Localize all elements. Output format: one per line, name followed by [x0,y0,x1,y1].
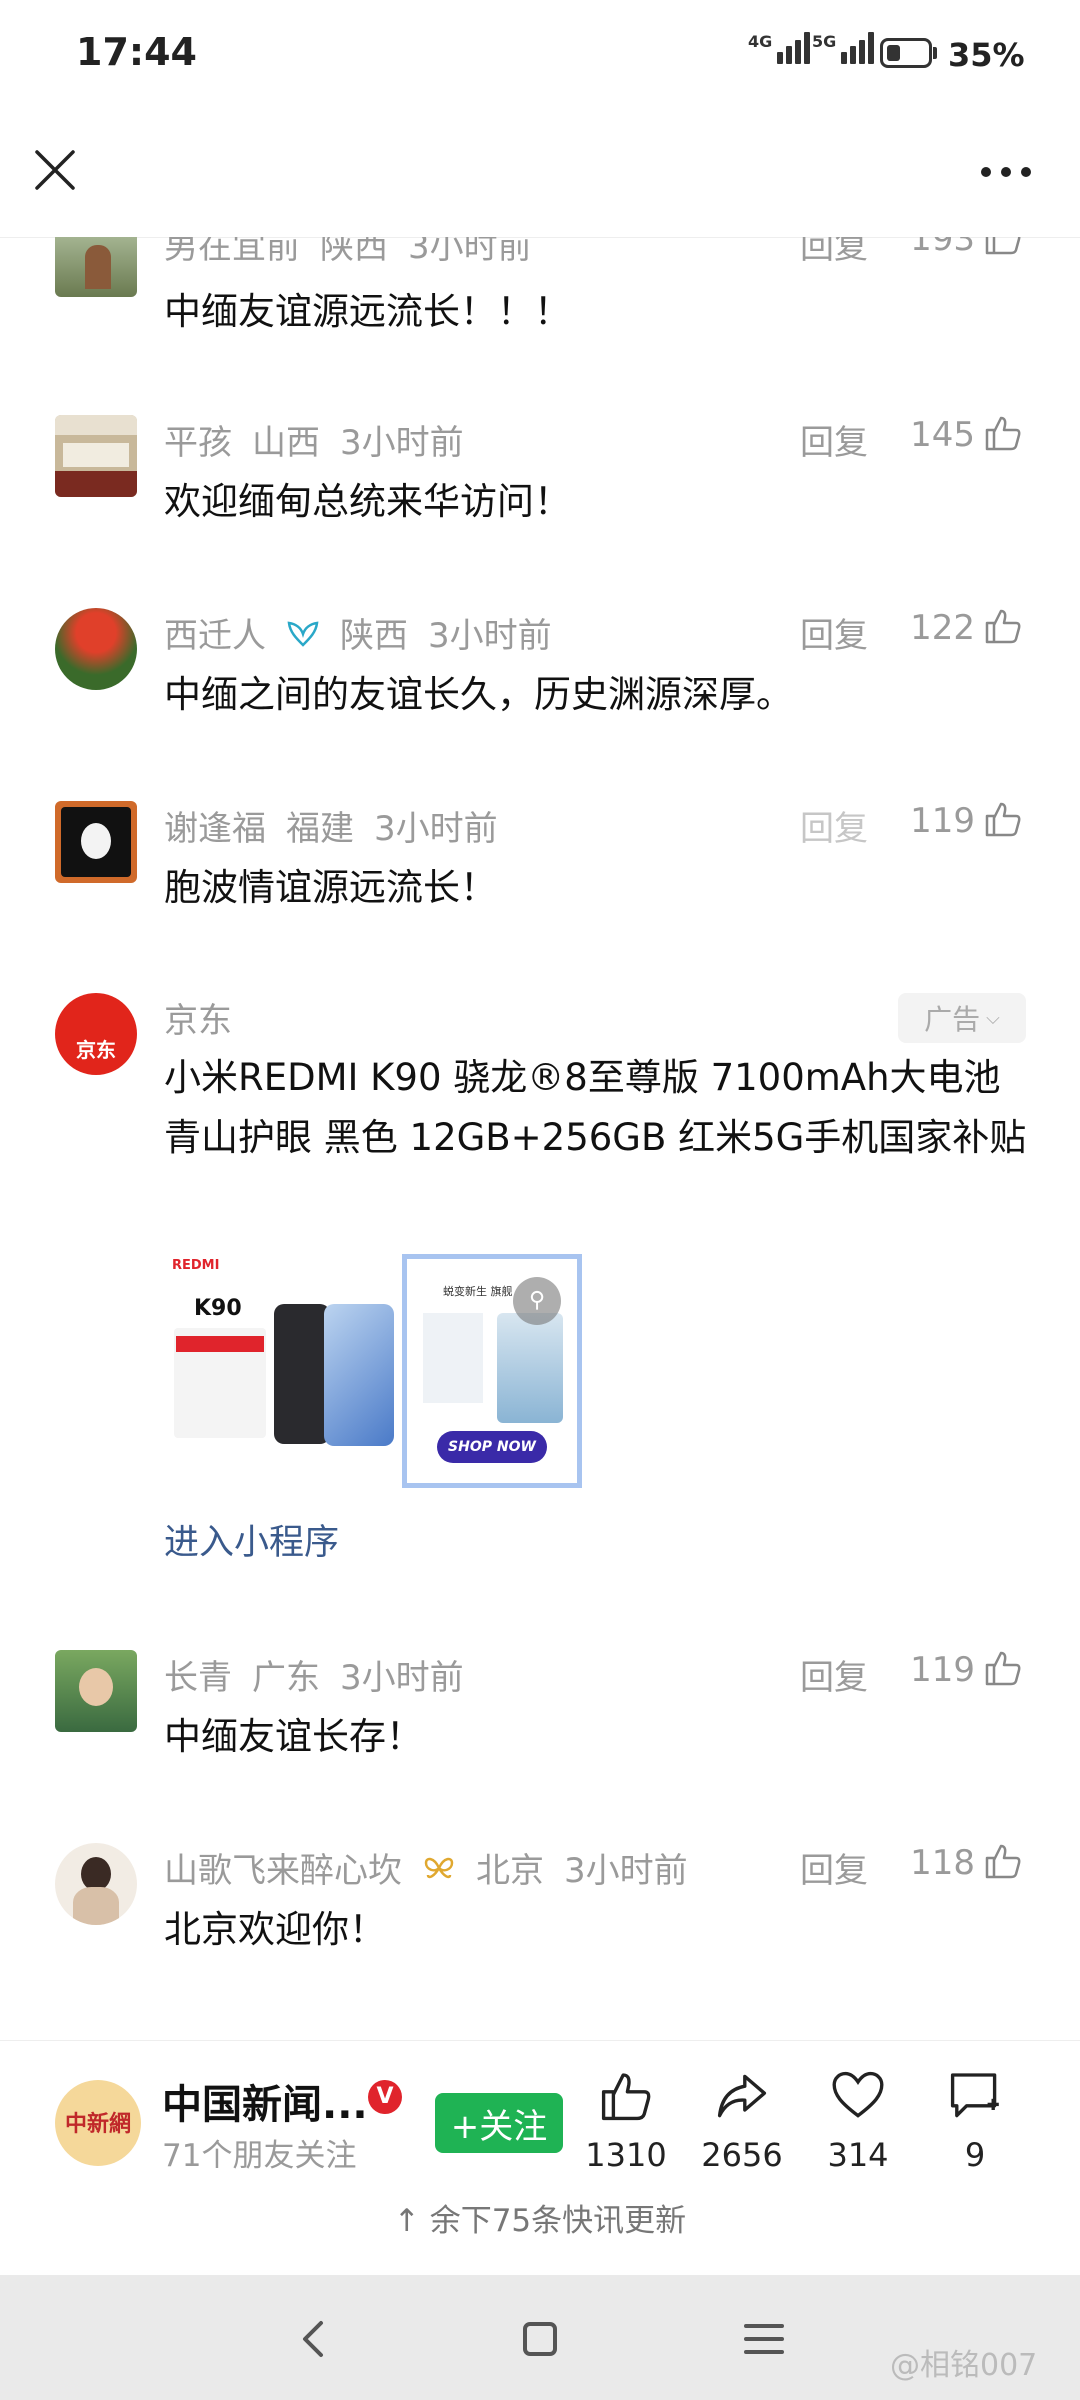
chevron-down-icon: ⌵ [986,1007,1000,1029]
reply-button[interactable]: 回复 [800,608,868,657]
comment-location: 广东 [252,1658,320,1698]
avatar[interactable] [55,1650,137,1732]
home-icon[interactable] [520,2319,560,2359]
menu-icon[interactable] [744,2321,784,2357]
ad-badge[interactable]: 广告 ⌵ [898,993,1026,1043]
close-icon[interactable] [30,145,80,195]
advertiser-name[interactable]: 京东 [164,993,232,1042]
ad-text[interactable]: 小米REDMI K90 骁龙®8至尊版 7100mAh大电池青山护眼 黑色 12… [164,1048,1034,1168]
link-icon: ⚲ [513,1277,561,1325]
comment-icon [950,2073,999,2118]
reply-button[interactable]: 回复 [800,1843,868,1892]
like-count: 122 [910,608,975,648]
comment-action[interactable]: 9 [920,2068,1030,2174]
comment-text: 胞波情谊源远流长！ [164,866,497,909]
share-count: 2656 [701,2136,783,2174]
signal-5g-icon: 5G [812,32,875,64]
top-nav [0,115,1080,238]
favorite-count: 314 [827,2136,889,2174]
mini-program-link[interactable]: 进入小程序 [164,1514,339,1565]
like-action[interactable]: 1310 [571,2068,681,2174]
like-count: 119 [910,801,975,841]
thumbs-up-icon[interactable] [983,413,1023,453]
comment-username[interactable]: 长青 [164,1650,232,1699]
comment-time: 3小时前 [340,1658,464,1698]
thumbs-up-icon [601,2073,651,2121]
comment-username[interactable]: 山歌飞来醉心坎 [164,1843,402,1892]
avatar[interactable] [55,415,137,497]
status-bar: 17:44 4G 5G 35% [0,0,1080,115]
share-action[interactable]: 2656 [687,2068,797,2174]
avatar[interactable] [55,608,137,690]
back-icon[interactable] [295,2317,331,2361]
comment-username[interactable]: 男在宜前 [164,237,300,268]
battery-percent: 35% [948,36,1025,74]
comment-text: 中缅之间的友谊长久，历史渊源深厚。 [164,673,793,716]
comment-time: 3小时前 [374,809,498,849]
status-time: 17:44 [76,30,197,74]
comment-location: 福建 [286,809,354,849]
like-count: 145 [910,415,975,455]
like-count: 1310 [585,2136,667,2174]
heart-icon [832,2071,884,2118]
thumbs-up-icon[interactable] [983,1648,1023,1688]
publisher-name[interactable]: 中国新闻... [162,2072,368,2130]
watermark: @相铭007 [890,2348,1038,2383]
comment-username[interactable]: 谢逢福 [164,801,266,850]
comment-text: 中缅友谊源远流长！！！ [164,290,571,333]
more-icon[interactable] [976,160,1036,184]
signal-4g-icon: 4G [748,32,811,64]
reply-button[interactable]: 回复 [800,415,868,464]
comment-text: 中缅友谊长存！ [164,1715,423,1758]
reply-button[interactable]: 回复 [800,237,868,268]
like-count: 119 [910,1650,975,1690]
like-count: 193 [910,237,975,259]
thumbs-up-icon[interactable] [983,799,1023,839]
avatar[interactable] [55,237,137,297]
avatar[interactable] [55,1843,137,1925]
follow-button[interactable]: +关注 [435,2093,563,2153]
comment-time: 3小时前 [428,616,552,656]
comment-text: 北京欢迎你！ [164,1908,386,1951]
ad-product-image[interactable]: REDMI K90 [164,1252,396,1452]
comment-username[interactable]: 平孩 [164,415,232,464]
comment-time: 3小时前 [408,237,532,267]
comment-text: 欢迎缅甸总统来华访问！ [164,480,571,523]
publisher-avatar[interactable]: 中新網 [55,2080,141,2166]
reply-button[interactable]: 回复 [800,1650,868,1699]
verified-badge-icon: V [368,2080,402,2114]
comment-username[interactable]: 西迁人 [164,608,266,657]
favorite-action[interactable]: 314 [803,2068,913,2174]
comment-location: 陕西 [340,616,408,656]
member-badge-icon [424,1857,454,1878]
reply-button[interactable]: 回复 [800,801,868,850]
member-badge-icon [287,621,319,647]
thumbs-up-icon[interactable] [983,606,1023,646]
update-notice[interactable]: ↑ 余下75条快讯更新 [0,2195,1080,2255]
comment-location: 陕西 [320,237,388,267]
comment-time: 3小时前 [564,1851,688,1891]
like-count: 118 [910,1843,975,1883]
advertiser-avatar[interactable]: 京东 [55,993,137,1075]
ad-shop-image[interactable]: 蜕变新生 旗舰 ⚲ SHOP NOW [402,1254,582,1488]
thumbs-up-icon[interactable] [983,237,1023,257]
avatar[interactable] [55,801,137,883]
publisher-followers: 71个朋友关注 [162,2138,357,2174]
share-icon [717,2074,767,2118]
comment-location: 山西 [252,423,320,463]
comment-count: 9 [964,2136,986,2174]
battery-icon [880,38,932,68]
thumbs-up-icon[interactable] [983,1841,1023,1881]
comment-location: 北京 [476,1851,544,1891]
comment-time: 3小时前 [340,423,464,463]
